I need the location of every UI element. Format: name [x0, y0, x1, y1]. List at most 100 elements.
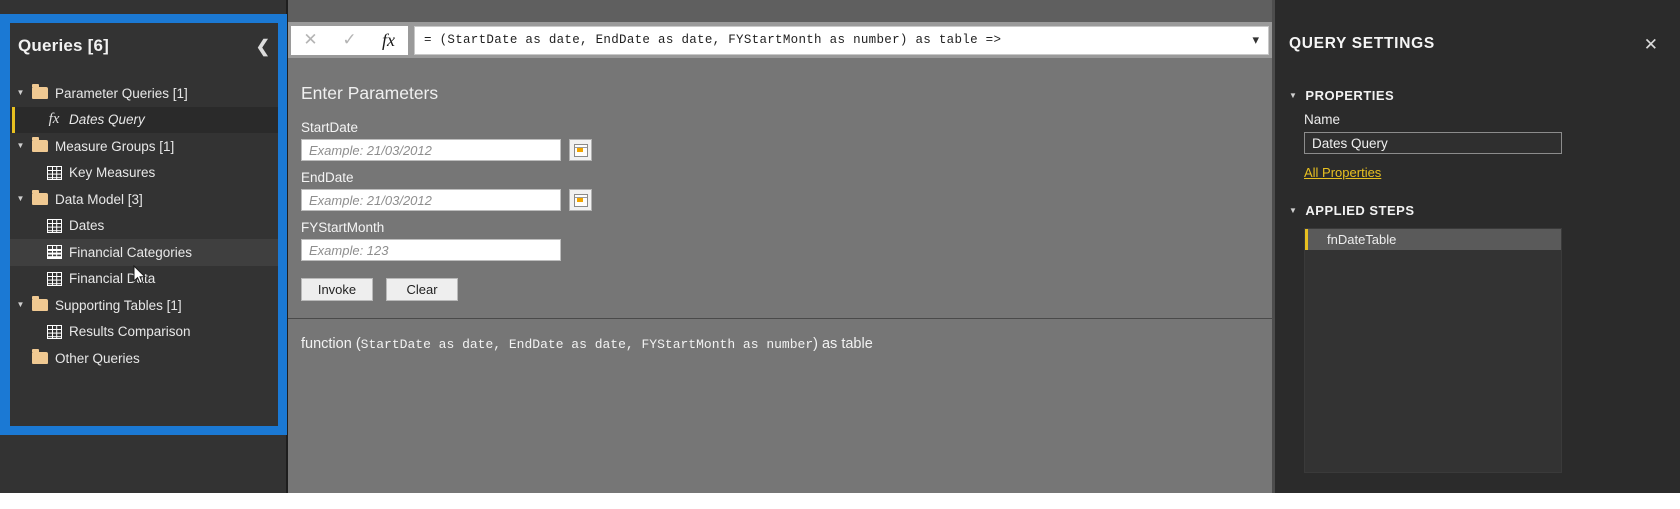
- query-tree-item[interactable]: Financial Categories: [0, 239, 286, 266]
- chevron-down-icon: ▼: [1289, 206, 1298, 215]
- folder-glyph: [32, 349, 48, 365]
- function-signature: function (StartDate as date, EndDate as …: [301, 336, 873, 352]
- calendar-icon: [573, 193, 588, 207]
- table-glyph: [46, 218, 62, 233]
- query-tree-item-label: Data Model [3]: [55, 191, 143, 207]
- table-icon: [41, 245, 67, 260]
- param-field-fystartmonth: FYStartMonth Example: 123: [301, 220, 561, 261]
- queries-pane-header: Queries [6] ❮: [0, 24, 286, 68]
- table-icon: [41, 271, 67, 286]
- chevron-left-icon[interactable]: ❮: [256, 38, 270, 55]
- all-properties-link[interactable]: All Properties: [1304, 165, 1381, 180]
- calendar-icon: [573, 143, 588, 157]
- close-icon[interactable]: ✕: [291, 26, 330, 55]
- query-tree-item[interactable]: ▼ Supporting Tables [1]: [0, 292, 286, 319]
- fx-glyph: fx: [48, 111, 60, 128]
- query-tree-item[interactable]: fx Dates Query: [0, 106, 286, 133]
- query-tree-item-label: Dates Query: [69, 112, 145, 128]
- folder-glyph: [32, 84, 48, 100]
- name-label: Name: [1304, 112, 1341, 127]
- properties-heading-label: PROPERTIES: [1305, 88, 1395, 103]
- signature-prefix: function (: [301, 336, 361, 352]
- query-tree-item[interactable]: Results Comparison: [0, 319, 286, 346]
- startdate-input[interactable]: Example: 21/03/2012: [301, 139, 561, 161]
- query-settings-title: QUERY SETTINGS: [1289, 35, 1435, 52]
- ribbon-strip: [288, 0, 1272, 22]
- query-tree-item[interactable]: ▼ Data Model [3]: [0, 186, 286, 213]
- applied-steps-heading-label: APPLIED STEPS: [1305, 203, 1415, 218]
- invoke-button[interactable]: Invoke: [301, 278, 373, 301]
- chevron-down-icon[interactable]: ▾: [1252, 32, 1259, 48]
- query-tree-item-label: Key Measures: [69, 165, 156, 181]
- formula-bar: ✕ ✓ fx = (StartDate as date, EndDate as …: [288, 22, 1272, 58]
- center-panel: ✕ ✓ fx = (StartDate as date, EndDate as …: [288, 0, 1272, 493]
- query-tree-item-label: Financial Data: [69, 271, 156, 287]
- folder-glyph: [32, 137, 48, 153]
- query-tree-item-label: Dates: [69, 218, 105, 234]
- startdate-date-picker-button[interactable]: [569, 139, 592, 161]
- formula-text: = (StartDate as date, EndDate as date, F…: [424, 33, 1002, 47]
- fx-icon[interactable]: fx: [369, 26, 408, 55]
- query-tree-item[interactable]: ▼ Parameter Queries [1]: [0, 80, 286, 107]
- query-tree: ▼ Parameter Queries [1] fx Dates Query ▼ Meas…: [0, 80, 286, 372]
- queries-pane-title: Queries [6]: [18, 36, 110, 55]
- formula-bar-buttons: ✕ ✓ fx: [291, 25, 408, 55]
- folder-icon: [27, 296, 53, 312]
- table-icon: [41, 218, 67, 233]
- table-icon: [41, 165, 67, 180]
- query-tree-item-label: Results Comparison: [69, 324, 191, 340]
- fystartmonth-input[interactable]: Example: 123: [301, 239, 561, 261]
- query-tree-item-label: Supporting Tables [1]: [55, 297, 182, 313]
- check-icon[interactable]: ✓: [330, 26, 369, 55]
- param-field-startdate: StartDate Example: 21/03/2012: [301, 120, 592, 161]
- table-glyph: [46, 245, 62, 260]
- enddate-date-picker-button[interactable]: [569, 189, 592, 211]
- signature-args: StartDate as date, EndDate as date, FYSt…: [360, 337, 814, 352]
- folder-icon: [27, 349, 53, 365]
- table-glyph: [46, 271, 62, 286]
- chevron-down-icon: ▼: [1289, 91, 1298, 100]
- folder-icon: [27, 137, 53, 153]
- query-tree-item-label: Parameter Queries [1]: [55, 85, 188, 101]
- param-label: StartDate: [301, 120, 359, 135]
- query-tree-item[interactable]: Dates: [0, 213, 286, 240]
- table-glyph: [46, 165, 62, 180]
- clear-button[interactable]: Clear: [386, 278, 458, 301]
- param-label: FYStartMonth: [301, 220, 385, 235]
- query-tree-item[interactable]: Other Queries: [0, 345, 286, 372]
- query-tree-item-label: Financial Categories: [69, 244, 193, 260]
- applied-steps-list: fnDateTable: [1304, 228, 1562, 473]
- applied-step-label: fnDateTable: [1327, 232, 1397, 247]
- enter-parameters-heading: Enter Parameters: [301, 83, 439, 103]
- chevron-down-icon[interactable]: ▼: [14, 195, 27, 203]
- param-label: EndDate: [301, 170, 354, 185]
- properties-section-header[interactable]: ▼ PROPERTIES: [1289, 88, 1394, 103]
- chevron-down-icon[interactable]: ▼: [14, 301, 27, 309]
- folder-icon: [27, 84, 53, 100]
- applied-steps-section-header[interactable]: ▼ APPLIED STEPS: [1289, 203, 1415, 218]
- param-field-enddate: EndDate Example: 21/03/2012: [301, 170, 592, 211]
- enddate-input[interactable]: Example: 21/03/2012: [301, 189, 561, 211]
- query-tree-item-label: Measure Groups [1]: [55, 138, 175, 154]
- query-tree-item[interactable]: Financial Data: [0, 266, 286, 293]
- query-tree-item[interactable]: ▼ Measure Groups [1]: [0, 133, 286, 160]
- formula-input[interactable]: = (StartDate as date, EndDate as date, F…: [414, 25, 1269, 55]
- table-icon: [41, 324, 67, 339]
- folder-icon: [27, 190, 53, 206]
- chevron-down-icon[interactable]: ▼: [14, 89, 27, 97]
- enddate-placeholder: Example: 21/03/2012: [309, 192, 432, 208]
- close-icon[interactable]: ✕: [1644, 36, 1658, 53]
- query-tree-item-label: Other Queries: [55, 350, 140, 366]
- startdate-placeholder: Example: 21/03/2012: [309, 142, 432, 158]
- queries-pane: Queries [6] ❮ ▼ Parameter Queries [1] fx Da…: [0, 0, 286, 493]
- table-glyph: [46, 324, 62, 339]
- chevron-down-icon[interactable]: ▼: [14, 142, 27, 150]
- signature-suffix: ) as table: [813, 336, 873, 352]
- query-tree-item[interactable]: Key Measures: [0, 160, 286, 187]
- fystartmonth-placeholder: Example: 123: [309, 242, 389, 258]
- fx-icon: fx: [41, 111, 67, 128]
- power-query-editor: Queries [6] ❮ ▼ Parameter Queries [1] fx Da…: [0, 0, 1680, 509]
- applied-step-item[interactable]: fnDateTable: [1305, 229, 1561, 250]
- query-name-input[interactable]: Dates Query: [1304, 132, 1562, 154]
- folder-glyph: [32, 296, 48, 312]
